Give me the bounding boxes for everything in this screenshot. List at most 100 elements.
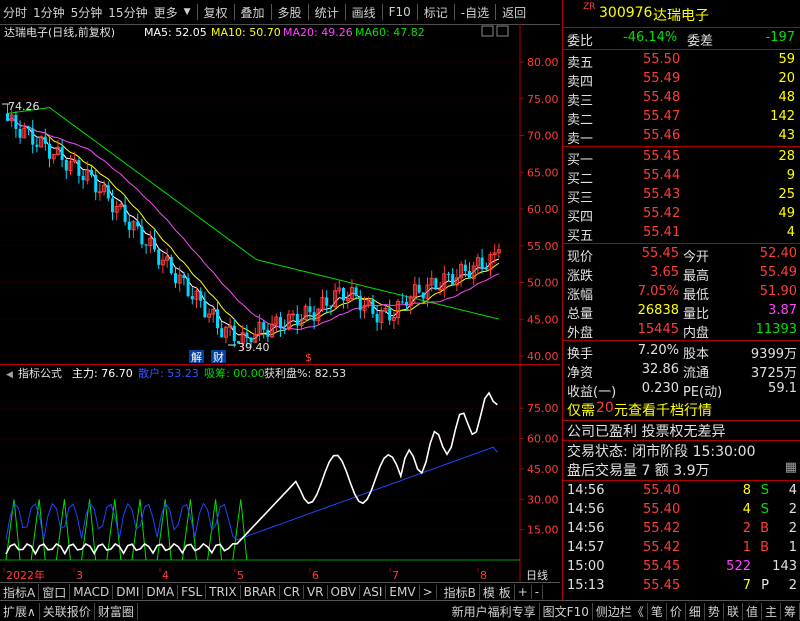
stat-label: 总量 xyxy=(567,307,594,322)
tab-1min[interactable]: 1分钟 xyxy=(30,4,68,21)
collapse-icon[interactable]: ◀ xyxy=(6,370,13,380)
tab-template[interactable]: 模 板 xyxy=(480,583,515,601)
fund-row: 收益(一) 0.230 PE(动) 59.1 xyxy=(563,380,800,400)
related-quotes-button[interactable]: 关联报价 xyxy=(40,602,95,620)
more-dropdown-icon[interactable]: ▼ xyxy=(181,7,194,17)
tab-fsl[interactable]: FSL xyxy=(178,585,207,599)
tab-indicator-b[interactable]: 指标B xyxy=(441,583,480,601)
tab-15min[interactable]: 15分钟 xyxy=(105,4,150,21)
date-label: 8 xyxy=(480,569,487,582)
bid-price: 55.45 xyxy=(643,149,681,164)
tab-brar[interactable]: BRAR xyxy=(241,585,281,599)
sidebar-toggle[interactable]: 侧边栏《 xyxy=(593,602,648,620)
tab-value[interactable]: 值 xyxy=(743,602,762,620)
tab-trend[interactable]: 势 xyxy=(705,602,724,620)
indicator-tick-label: 75.00 xyxy=(527,402,559,415)
tab-cr[interactable]: CR xyxy=(280,585,304,599)
divider xyxy=(563,480,800,481)
tab-indicator-a[interactable]: 指标A xyxy=(0,583,40,601)
tick-count: 2 xyxy=(788,502,797,517)
company-notice: 公司已盈利 投票权无差异 xyxy=(563,421,800,440)
stat-value: 52.40 xyxy=(759,246,797,261)
stat-value: 55.45 xyxy=(641,246,679,261)
expand-button[interactable]: 扩展∧ xyxy=(0,602,40,620)
tab-5min[interactable]: 5分钟 xyxy=(68,4,106,21)
quote-panel: ZR 300976 达瑞电子 委比 -46.14% 委差 -197 卖五 55.5… xyxy=(562,0,800,600)
tab-price[interactable]: 价 xyxy=(667,602,686,620)
tab-vr[interactable]: VR xyxy=(304,585,328,599)
grid-icon[interactable]: ▦ xyxy=(785,460,797,475)
f10-graphic-button[interactable]: 图文F10 xyxy=(540,602,593,620)
zoom-in-button[interactable]: + xyxy=(515,585,532,599)
tick-direction: B xyxy=(760,540,769,555)
indicator-chart[interactable]: 75.00 60.00 45.00 30.00 15.00 ◀ 指标公式 主力: 76.… xyxy=(0,364,560,568)
adjust-button[interactable]: 复权 xyxy=(201,4,231,21)
tick-time: 14:56 xyxy=(567,502,605,517)
candle-body xyxy=(262,322,266,330)
settings-icon[interactable] xyxy=(481,25,494,37)
back-button[interactable]: 返回 xyxy=(499,4,529,21)
tab-more[interactable]: 更多 xyxy=(151,4,181,21)
tick-count: 4 xyxy=(788,483,797,498)
tab-dmi[interactable]: DMI xyxy=(113,585,144,599)
tab-main[interactable]: 主 xyxy=(762,602,781,620)
tab-trades[interactable]: 笔 xyxy=(648,602,667,620)
indicator-title: 指标公式 xyxy=(18,366,62,380)
new-user-promo[interactable]: 新用户福利专享 xyxy=(449,602,540,620)
period-label[interactable]: 日线 xyxy=(526,568,548,582)
tab-chips[interactable]: 筹 xyxy=(781,602,800,620)
candle-body xyxy=(6,113,9,121)
low-price-marker: 39.40 xyxy=(238,341,270,354)
bid-volume: 28 xyxy=(778,149,795,164)
candle-body xyxy=(81,175,85,181)
tick-time: 14:57 xyxy=(567,540,605,555)
dividend-marker[interactable]: $ xyxy=(305,351,312,364)
tab-obv[interactable]: OBV xyxy=(328,585,361,599)
candle-body xyxy=(400,301,404,303)
tab-emv[interactable]: EMV xyxy=(386,585,420,599)
tab-intraday[interactable]: 分时 xyxy=(0,4,30,21)
tab-linked[interactable]: 联 xyxy=(724,602,743,620)
ma60-label: MA60: 47.82 xyxy=(355,26,425,39)
stat-row: 现价 55.45 今开 52.40 xyxy=(563,245,800,265)
watchlist-button[interactable]: -自选 xyxy=(458,4,492,21)
promo-banner[interactable]: 仅需 20 元查看千档行情 xyxy=(563,400,800,420)
mark-button[interactable]: 标记 xyxy=(421,4,451,21)
tick-direction: S xyxy=(760,483,769,498)
price-tick-label: 70.00 xyxy=(527,130,559,143)
zoom-out-button[interactable]: - xyxy=(532,585,544,599)
divider xyxy=(563,146,800,147)
statistics-button[interactable]: 统计 xyxy=(312,4,342,21)
ask-volume: 142 xyxy=(770,109,795,124)
tab-detail[interactable]: 细 xyxy=(686,602,705,620)
tab-window[interactable]: 窗口 xyxy=(39,583,71,601)
candlestick-chart[interactable]: 80.00 75.00 70.00 65.00 60.00 55.00 50.00 45.00… xyxy=(0,24,560,364)
promo-text-c: 元查看千档行情 xyxy=(614,403,712,419)
tab-dma[interactable]: DMA xyxy=(143,585,179,599)
candle-body xyxy=(245,332,249,338)
draw-line-button[interactable]: 画线 xyxy=(349,4,379,21)
stat-row: 涨跌 3.65 最高 55.49 xyxy=(563,264,800,284)
tab-macd[interactable]: MACD xyxy=(70,585,114,599)
multi-stock-button[interactable]: 多股 xyxy=(275,4,305,21)
tab-asi[interactable]: ASI xyxy=(360,585,387,599)
wealth-circle-button[interactable]: 财富圈 xyxy=(95,602,138,620)
expand-icon[interactable] xyxy=(496,25,509,37)
tick-row: 15:13 55.45 7 P 2 xyxy=(563,577,800,597)
tab-trix[interactable]: TRIX xyxy=(206,585,241,599)
overlay-button[interactable]: 叠加 xyxy=(238,4,268,21)
f10-button[interactable]: F10 xyxy=(386,5,414,19)
main-force-label: 主力: 76.70 xyxy=(72,367,133,380)
candle-body xyxy=(199,291,203,301)
candle-body xyxy=(468,270,471,279)
indicator-gridlines xyxy=(0,407,520,531)
ask-level-label: 卖五 xyxy=(567,56,594,71)
tick-volume: 2 xyxy=(742,521,751,536)
scroll-right-button[interactable]: > xyxy=(420,585,437,599)
candle-body xyxy=(484,268,488,270)
toolbar-divider xyxy=(233,4,235,20)
candle-body xyxy=(111,198,114,213)
price-tick-label: 50.00 xyxy=(527,277,559,290)
bid-price: 55.41 xyxy=(643,225,681,240)
divider xyxy=(563,340,800,341)
